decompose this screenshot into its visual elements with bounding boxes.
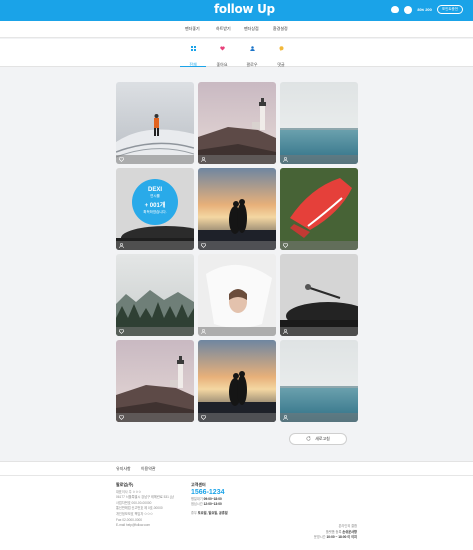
media-card[interactable] bbox=[198, 168, 276, 250]
charge-button[interactable]: 포인트충전 bbox=[436, 5, 463, 14]
veil-photo bbox=[198, 254, 276, 336]
menu-item-2[interactable]: 하트받기 bbox=[216, 26, 231, 32]
company-name: 팔로업(주) bbox=[116, 482, 134, 487]
heart-icon bbox=[119, 329, 124, 334]
tab-all-label: 전체 bbox=[189, 62, 197, 67]
heart-icon bbox=[201, 415, 206, 420]
user-icon bbox=[249, 46, 255, 51]
tab-follow[interactable]: 팔로우 bbox=[239, 43, 265, 67]
footer-right-info: 온라인외 결합 플랫폼 등록 손쉬운사항 운영시간 10:00 ~ 18:00 … bbox=[314, 524, 357, 541]
card-footer bbox=[116, 413, 194, 422]
filter-tabs: 전체 좋아요 팔로우 댓글 bbox=[0, 39, 473, 67]
media-card[interactable] bbox=[280, 168, 358, 250]
footer-divider bbox=[0, 475, 473, 476]
customer-center: 고객센터 1566-1234 평일대기 09:00~18:00 점심시간 12:… bbox=[191, 482, 228, 516]
card-footer bbox=[280, 241, 358, 250]
menu-item-4[interactable]: 환경설정 bbox=[273, 26, 288, 32]
lighthouse-photo bbox=[198, 82, 276, 164]
user-icon bbox=[119, 243, 124, 248]
top-bar: follow Up 80¢ 200 포인트충전 bbox=[0, 0, 473, 21]
heart-icon bbox=[219, 46, 225, 51]
company-line: E-mail help@follow.com bbox=[116, 523, 151, 528]
cs-phone: 1566-1234 bbox=[191, 488, 225, 496]
card-footer bbox=[280, 327, 358, 336]
media-card[interactable] bbox=[198, 340, 276, 422]
tab-comments-label: 댓글 bbox=[277, 62, 285, 67]
card-footer bbox=[116, 327, 194, 336]
couple-photo bbox=[198, 340, 276, 422]
tab-all[interactable]: 전체 bbox=[180, 43, 206, 67]
sea-photo bbox=[280, 340, 358, 422]
lighthouse-photo bbox=[116, 340, 194, 422]
user-icon bbox=[283, 157, 288, 162]
badge-line4: 획득하였습니다. bbox=[143, 210, 167, 214]
company-info: 팔로업(주) 대표이사 주 ㅇㅇㅇ 06177 서울특별시 강남구 테헤란로 5… bbox=[116, 482, 174, 529]
top-right-controls: 80¢ 200 포인트충전 bbox=[391, 5, 463, 14]
card-footer bbox=[198, 327, 276, 336]
logo[interactable]: follow Up bbox=[214, 2, 275, 16]
card-footer bbox=[280, 413, 358, 422]
shoe-photo bbox=[280, 168, 358, 250]
heart-icon bbox=[283, 243, 288, 248]
media-card[interactable] bbox=[116, 254, 194, 336]
badge-line2: 연시를 bbox=[150, 194, 160, 198]
turntable-photo bbox=[280, 254, 358, 336]
main-menu: 팬더좋기 하트받기 팬더상점 환경설정 bbox=[0, 21, 473, 38]
snow-photo bbox=[116, 82, 194, 164]
cloud-icon[interactable] bbox=[391, 6, 400, 13]
card-footer bbox=[116, 155, 194, 164]
media-card[interactable] bbox=[280, 254, 358, 336]
grid-icon bbox=[190, 46, 196, 51]
card-footer bbox=[198, 241, 276, 250]
company-line: 06177 서울특별시 강남구 테헤란로 531 (삼 bbox=[116, 495, 174, 500]
heart-icon bbox=[201, 243, 206, 248]
media-card[interactable] bbox=[116, 340, 194, 422]
refresh-label: 새로고침 bbox=[315, 436, 330, 441]
cs-lunch: 점심시간 12:00~13:00 bbox=[191, 502, 222, 507]
footer-links: 유지사항 이용약관 bbox=[116, 466, 165, 472]
user-icon bbox=[201, 329, 206, 334]
forest-photo bbox=[116, 254, 194, 336]
card-footer bbox=[280, 155, 358, 164]
badge-count: + 001개 bbox=[144, 203, 166, 209]
footer-right-line: 운영시간 10:00 ~ 18:00 이 이지 bbox=[313, 535, 357, 540]
media-card[interactable]: DEXI 연시를 + 001개 획득하였습니다. bbox=[116, 168, 194, 250]
heart-icon bbox=[119, 415, 124, 420]
badge-title: DEXI bbox=[147, 187, 162, 193]
user-icon bbox=[283, 329, 288, 334]
user-icon bbox=[283, 415, 288, 420]
card-footer bbox=[198, 413, 276, 422]
media-card[interactable] bbox=[198, 82, 276, 164]
refresh-button[interactable]: 새로고침 bbox=[289, 433, 347, 445]
comment-icon bbox=[279, 46, 283, 51]
refresh-icon bbox=[306, 436, 311, 441]
menu-item-1[interactable]: 팬더좋기 bbox=[185, 26, 200, 32]
tab-comments[interactable]: 댓글 bbox=[268, 43, 294, 67]
media-card[interactable] bbox=[198, 254, 276, 336]
media-card[interactable] bbox=[280, 340, 358, 422]
card-footer bbox=[198, 155, 276, 164]
footer: 유지사항 이용약관 팔로업(주) 대표이사 주 ㅇㅇㅇ 06177 서울특별시 … bbox=[0, 461, 473, 550]
sea-photo bbox=[280, 82, 358, 164]
reward-badge: DEXI 연시를 + 001개 획득하였습니다. bbox=[132, 179, 178, 225]
couple-photo bbox=[198, 168, 276, 250]
chat-icon[interactable] bbox=[404, 5, 413, 14]
footer-link-notice[interactable]: 유지사항 bbox=[116, 466, 131, 471]
cs-closed: 휴무 토요일, 일요일, 공휴일 bbox=[191, 510, 228, 515]
media-card[interactable] bbox=[116, 82, 194, 164]
media-card[interactable] bbox=[280, 82, 358, 164]
tab-follow-label: 팔로우 bbox=[246, 62, 258, 67]
footer-link-terms[interactable]: 이용약관 bbox=[141, 466, 156, 471]
points-display: 80¢ 200 bbox=[417, 7, 432, 12]
tab-likes[interactable]: 좋아요 bbox=[209, 43, 235, 67]
menu-item-3[interactable]: 팬더상점 bbox=[244, 26, 259, 32]
user-icon bbox=[201, 157, 206, 162]
tab-likes-label: 좋아요 bbox=[216, 62, 228, 67]
card-footer bbox=[116, 241, 194, 250]
heart-icon bbox=[119, 157, 124, 162]
